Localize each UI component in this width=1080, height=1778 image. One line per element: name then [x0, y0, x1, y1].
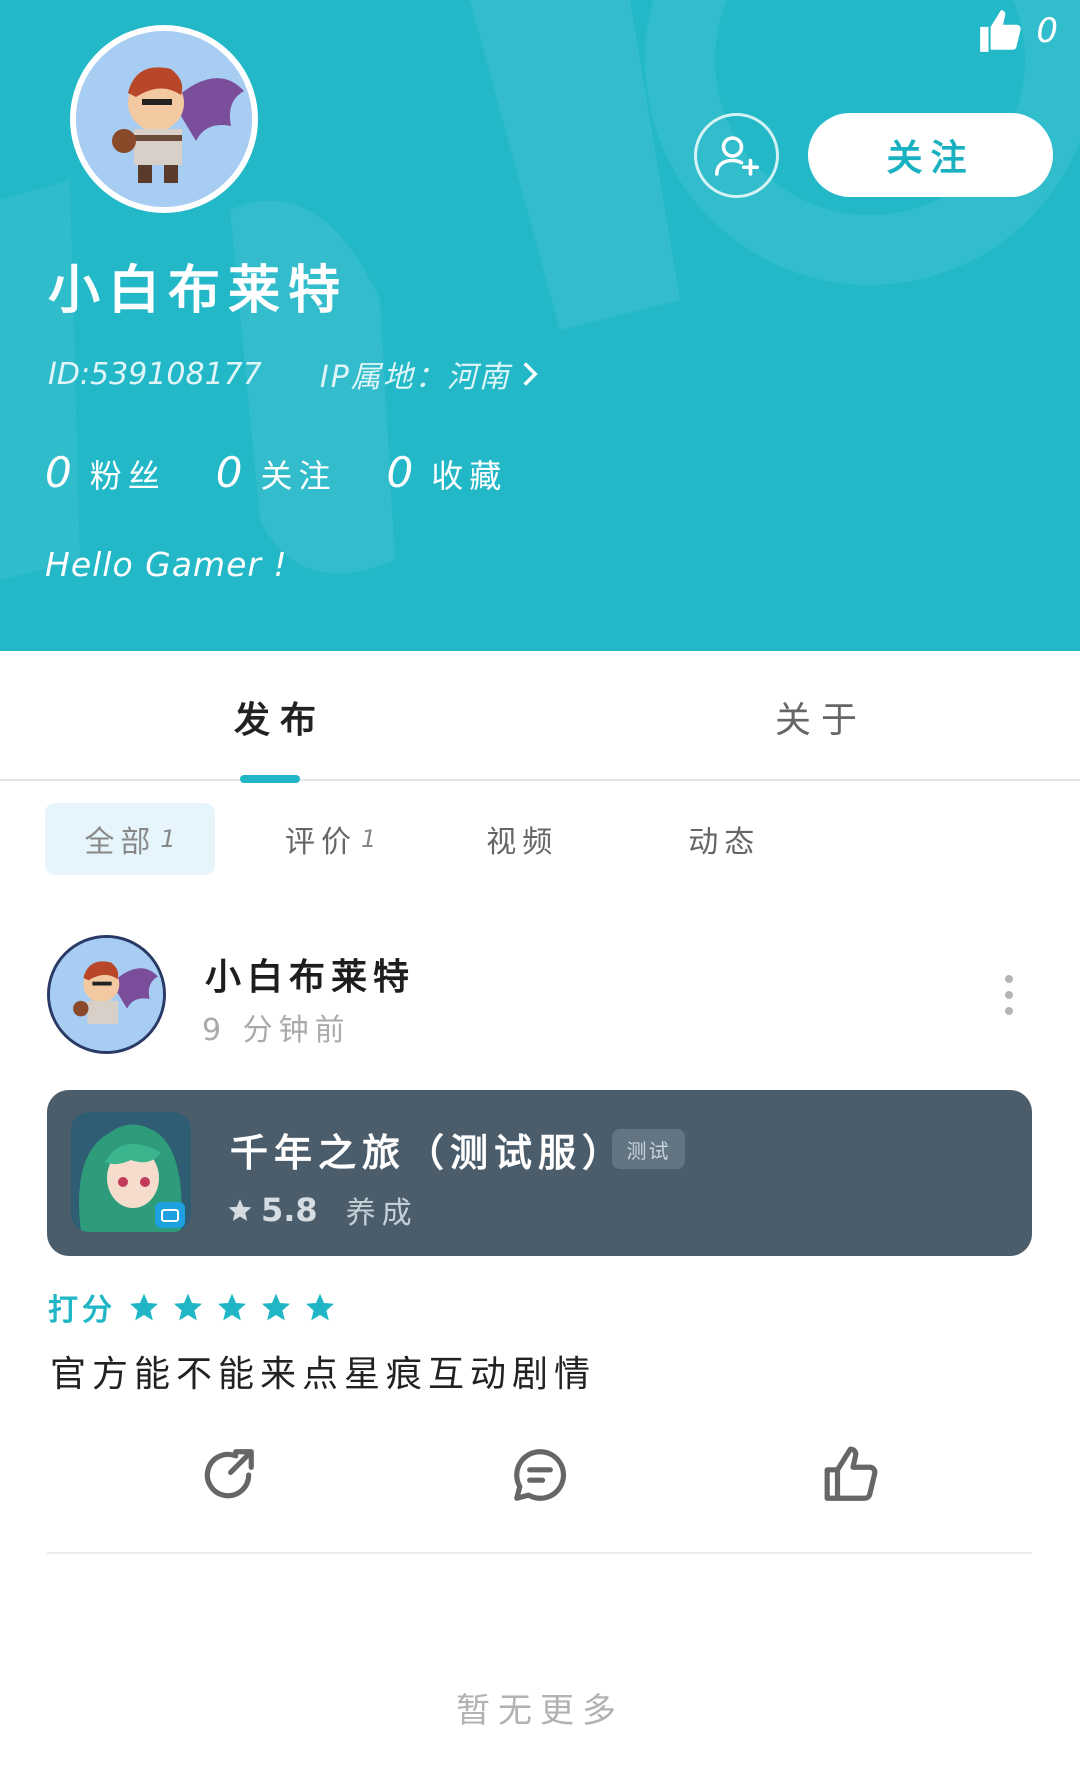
- game-title: 千年之旅（测试服）: [230, 1131, 627, 1175]
- post-avatar[interactable]: [47, 935, 166, 1054]
- comment-icon: [514, 1449, 566, 1501]
- active-tab-indicator: [240, 775, 300, 783]
- main-tabs: 发布 关于: [0, 651, 1080, 781]
- ip-location-label: IP属地：河南: [319, 360, 511, 395]
- stat-number: 0: [215, 448, 243, 497]
- profile-header: 0 关注 小白布莱特 ID:539108177 IP属地：河南 0 粉丝 0 关…: [0, 0, 1080, 651]
- subtab-label: 全部: [84, 825, 157, 860]
- stat-following[interactable]: 0 关注: [216, 448, 337, 497]
- star-icon: [174, 1293, 202, 1321]
- stat-number: 0: [45, 448, 72, 497]
- no-more-text: 暂无更多: [456, 1691, 624, 1731]
- avatar-character-icon: [76, 31, 252, 207]
- profile-stats: 0 粉丝 0 关注 0 收藏: [45, 448, 507, 497]
- post-divider: [47, 1552, 1032, 1554]
- subtab-label: 视频: [486, 825, 559, 860]
- subtab-count: 1: [361, 825, 377, 853]
- subtab-count: 1: [160, 825, 176, 853]
- stat-fans[interactable]: 0 粉丝: [45, 448, 166, 497]
- subtab-all[interactable]: 全部 1: [45, 803, 215, 875]
- ip-location[interactable]: IP属地：河南: [320, 352, 541, 396]
- rating-stars: [128, 1291, 336, 1323]
- stat-favorites[interactable]: 0 收藏: [387, 448, 508, 497]
- profile-username: 小白布莱特: [48, 261, 349, 321]
- user-id: ID:539108177: [48, 356, 262, 392]
- game-tag: 测试: [612, 1129, 685, 1169]
- like-counter[interactable]: 0: [976, 6, 1058, 56]
- star-icon: [228, 1199, 252, 1221]
- follow-button[interactable]: 关注: [808, 113, 1053, 197]
- stat-label: 收藏: [431, 457, 508, 495]
- profile-bio: Hello Gamer !: [45, 545, 288, 584]
- game-card[interactable]: 千年之旅（测试服） 测试 5.8 养成: [47, 1090, 1032, 1256]
- chevron-right-icon: [523, 362, 538, 386]
- profile-avatar[interactable]: [70, 25, 258, 213]
- rating-label: 打分: [48, 1293, 116, 1328]
- game-rating: 5.8 养成: [227, 1188, 418, 1232]
- game-icon: [71, 1112, 191, 1232]
- game-score: 5.8: [261, 1191, 318, 1229]
- share-button[interactable]: [193, 1440, 263, 1510]
- star-icon: [262, 1293, 290, 1321]
- thumbs-up-icon: [980, 10, 1022, 52]
- subtab-label: 评价: [285, 825, 357, 860]
- subtab-label: 动态: [688, 825, 761, 860]
- share-icon: [204, 1449, 254, 1499]
- add-user-icon: [714, 135, 759, 176]
- subtab-reviews[interactable]: 评价 1: [285, 803, 376, 875]
- avatar-character-icon: [50, 938, 163, 1051]
- stat-label: 粉丝: [89, 457, 166, 495]
- profile-meta: ID:539108177 IP属地：河南: [48, 352, 541, 396]
- post-username[interactable]: 小白布莱特: [205, 948, 415, 1000]
- post-actions: [0, 1440, 1080, 1520]
- thumbs-up-outline-icon: [824, 1446, 878, 1501]
- comment-button[interactable]: [505, 1440, 575, 1510]
- stat-number: 0: [386, 448, 414, 497]
- tab-about[interactable]: 关于: [775, 691, 867, 743]
- star-icon: [130, 1293, 158, 1321]
- stat-label: 关注: [260, 457, 337, 495]
- game-genre: 养成: [345, 1196, 418, 1231]
- user-rating: 打分: [48, 1285, 336, 1329]
- star-icon: [218, 1293, 246, 1321]
- tab-publish[interactable]: 发布: [234, 691, 326, 743]
- sub-tabs: 全部 1 评价 1 视频 动态: [45, 803, 760, 875]
- more-options-icon[interactable]: [998, 975, 1020, 1015]
- like-count: 0: [1036, 11, 1058, 51]
- subtab-videos[interactable]: 视频: [486, 803, 558, 875]
- game-art-icon: [71, 1112, 191, 1232]
- subtab-moments[interactable]: 动态: [688, 803, 760, 875]
- post-timestamp: 9 分钟前: [202, 1013, 351, 1048]
- like-button[interactable]: [818, 1440, 888, 1510]
- star-icon: [306, 1293, 334, 1321]
- add-friend-button[interactable]: [694, 113, 779, 198]
- review-text[interactable]: 官方能不能来点星痕互动剧情: [50, 1345, 596, 1397]
